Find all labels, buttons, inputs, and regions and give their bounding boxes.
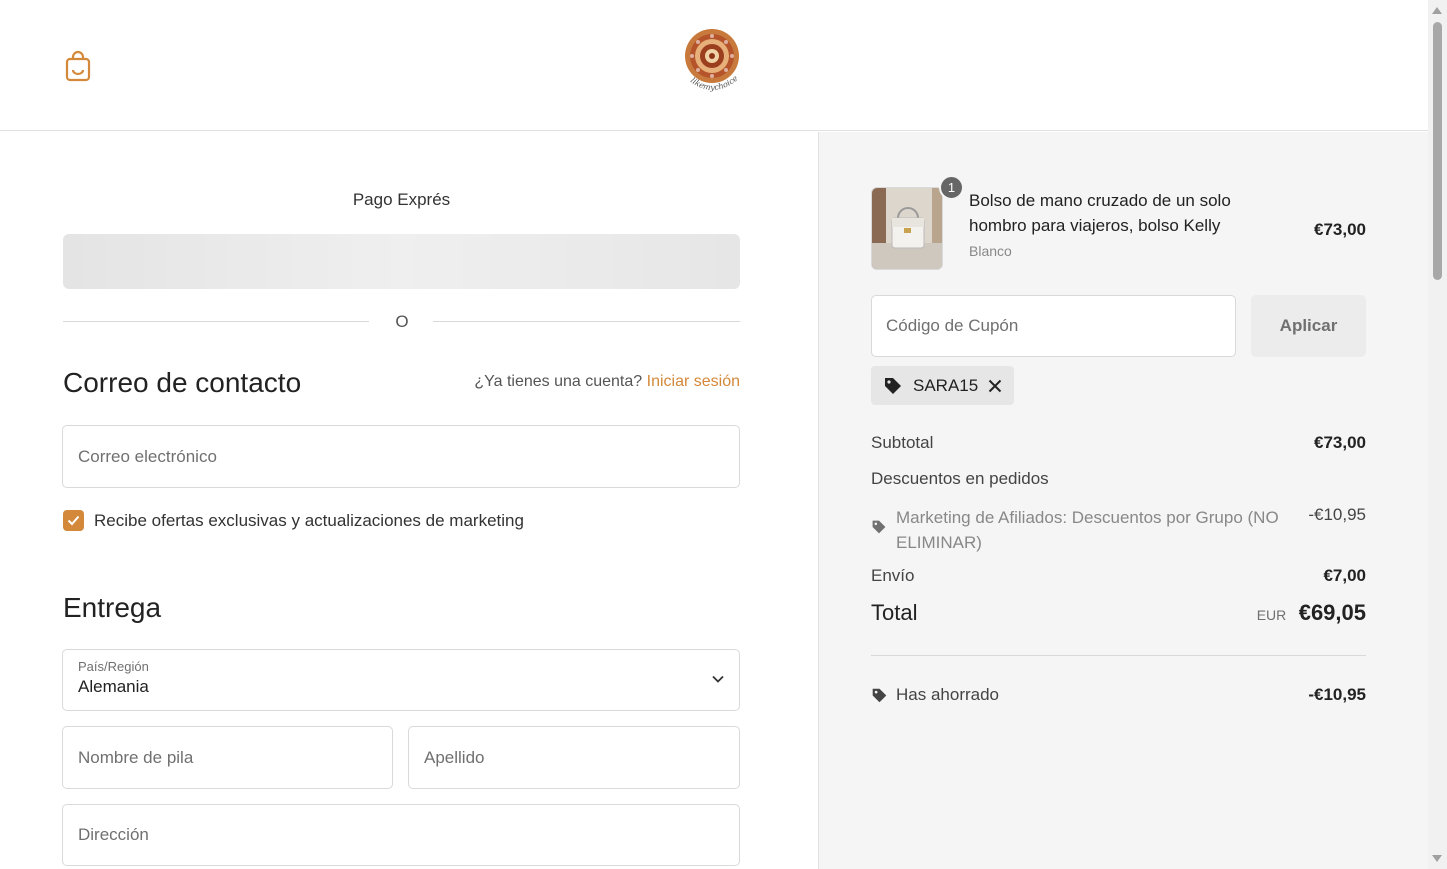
marketing-label: Recibe ofertas exclusivas y actualizacio… [94,510,524,530]
subtotal-value: €73,00 [1314,433,1366,452]
total-row: Total EUR €69,05 [871,600,1366,626]
remove-coupon-button[interactable] [988,379,1002,393]
product-thumbnail [871,187,943,270]
email-field[interactable] [62,425,740,488]
summary-divider [871,655,1366,656]
shipping-value: €7,00 [1323,566,1366,585]
page-scrollbar[interactable] [1428,0,1447,869]
tag-icon [872,688,887,702]
cart-button[interactable] [64,50,92,82]
last-name-field[interactable] [408,726,740,789]
total-currency: EUR [1256,607,1287,623]
store-logo[interactable]: likemychoice [678,24,746,100]
first-name-input[interactable] [78,747,377,768]
divider-line-left [63,321,369,322]
express-checkout-title: Pago Exprés [352,190,451,209]
contact-heading: Correo de contacto [63,367,302,398]
scroll-up-arrow-icon[interactable] [1432,7,1442,14]
country-value: Alemania [78,677,149,696]
discount-name: Marketing de Afiliados: Descuentos por G… [896,508,1279,552]
mandala-logo-icon: likemychoice [685,29,740,92]
product-variant: Blanco [969,243,1012,259]
shipping-label: Envío [871,566,915,585]
order-discounts-label: Descuentos en pedidos [871,469,1049,488]
shipping-row: Envío €7,00 [871,566,1366,586]
subtotal-label: Subtotal [871,433,934,452]
express-payment-buttons[interactable] [63,234,740,289]
product-name: Bolso de mano cruzado de un solo hombro … [969,191,1231,235]
coupon-field[interactable] [871,295,1236,357]
chevron-down-icon [712,675,724,683]
total-label: Total [871,600,918,625]
address-input[interactable] [78,825,724,845]
email-input[interactable] [78,446,724,467]
savings-row: Has ahorrado -€10,95 [871,685,1366,705]
marketing-checkbox[interactable] [63,510,84,531]
marketing-opt-in[interactable]: Recibe ofertas exclusivas y actualizacio… [63,510,524,531]
order-discounts-row: Descuentos en pedidos [871,469,1366,489]
scrollbar-thumb[interactable] [1433,22,1442,280]
check-icon [67,515,80,526]
account-question: ¿Ya tienes una cuenta? [474,373,643,390]
total-value: €69,05 [1298,600,1366,625]
saved-value: -€10,95 [1308,685,1366,704]
divider-line-right [433,321,740,322]
coupon-input[interactable] [886,316,1221,336]
delivery-heading: Entrega [63,592,162,623]
page-header: likemychoice [0,0,1428,131]
divider-or: O [395,312,409,331]
country-label: País/Región [78,659,149,674]
order-summary: 1 Bolso de mano cruzado de un solo hombr… [818,132,1428,869]
quantity-badge: 1 [939,175,964,200]
first-name-field[interactable] [62,726,393,789]
account-prompt: ¿Ya tienes una cuenta? Iniciar sesión [474,373,740,391]
applied-coupon-chip: SARA15 [871,366,1015,405]
product-image [872,188,942,269]
discount-value: -€10,95 [1308,505,1366,524]
coupon-code: SARA15 [913,375,979,395]
close-icon [988,379,1002,392]
login-link[interactable]: Iniciar sesión [647,373,740,390]
saved-label: Has ahorrado [896,685,1000,704]
checkout-form: Pago Exprés O Correo de contacto ¿Ya tie… [0,132,818,869]
tag-icon [872,520,886,534]
address-field[interactable] [62,804,740,866]
apply-coupon-button[interactable]: Aplicar [1251,295,1366,357]
shopping-bag-icon [65,50,91,82]
product-price: €73,00 [1314,220,1366,239]
tag-icon [885,377,901,394]
subtotal-row: Subtotal €73,00 [871,433,1366,453]
country-select[interactable]: País/Región Alemania [62,649,740,711]
last-name-input[interactable] [424,747,724,768]
scroll-down-arrow-icon[interactable] [1432,855,1442,862]
